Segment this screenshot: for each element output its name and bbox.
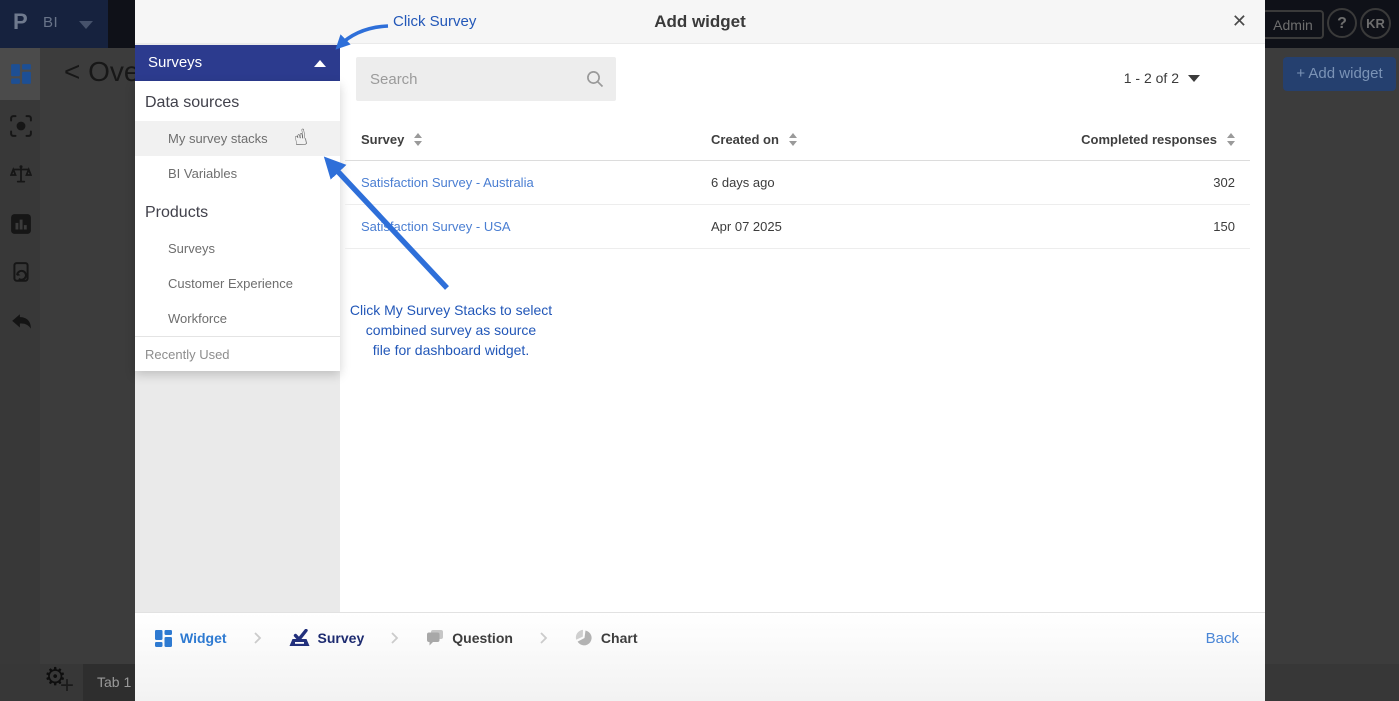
document-sync-icon[interactable] [10,262,32,284]
table-header-row: Survey Created on Completed responses [345,118,1250,161]
dropdown-item-workforce[interactable]: Workforce [135,301,340,336]
undo-icon[interactable] [10,311,32,333]
question-bubble-icon [426,630,444,646]
search-icon [586,70,604,88]
dropdown-item-customer-experience[interactable]: Customer Experience [135,266,340,301]
chevron-down-icon [79,21,93,29]
source-dropdown-header[interactable]: Surveys [135,45,340,81]
modal-title: Add widget [135,12,1265,32]
sort-icon [789,133,797,146]
created-on-value: Apr 07 2025 [711,219,1012,234]
search-input[interactable] [356,57,616,101]
add-widget-button[interactable]: + Add widget [1283,57,1396,91]
survey-link-usa[interactable]: Satisfaction Survey - USA [361,219,511,234]
created-on-value: 6 days ago [711,175,1012,190]
annotation-note: Click My Survey Stacks to select combine… [330,300,572,360]
completed-responses-value: 150 [1012,219,1235,234]
dropdown-item-my-survey-stacks[interactable]: My survey stacks [135,121,340,156]
page-title: < Ove [64,56,139,88]
workspace-label: BI [43,14,58,31]
survey-link-australia[interactable]: Satisfaction Survey - Australia [361,175,534,190]
dropdown-item-bi-variables[interactable]: BI Variables [135,156,340,191]
chevron-right-icon [254,632,262,644]
chevron-right-icon [391,632,399,644]
add-widget-modal: Add widget ✕ Surveys Data sources My sur… [135,0,1265,701]
left-icon-rail [0,48,40,701]
pie-chart-icon [575,629,593,647]
brand-logo: P [13,9,28,35]
pagination-dropdown[interactable]: 1 - 2 of 2 [1124,70,1200,86]
dashboard-grid-icon [10,63,32,85]
survey-table: Survey Created on Completed responses Sa… [345,118,1250,249]
chart-box-icon[interactable] [10,213,32,235]
sort-icon [1227,133,1235,146]
completed-responses-value: 302 [1012,175,1235,190]
column-header-survey[interactable]: Survey [361,132,711,147]
table-row: Satisfaction Survey - Australia 6 days a… [345,161,1250,205]
column-header-completed-responses[interactable]: Completed responses [1012,132,1235,147]
admin-button[interactable]: Admin [1262,10,1324,39]
section-heading-data-sources: Data sources [135,81,340,121]
pagination-label: 1 - 2 of 2 [1124,70,1179,86]
wizard-step-survey[interactable]: Survey [289,629,365,647]
chevron-right-icon [540,632,548,644]
wizard-steps: Widget Survey Question [155,629,637,647]
dropdown-item-surveys[interactable]: Surveys [135,231,340,266]
wizard-step-question[interactable]: Question [426,630,513,646]
chevron-down-icon [1188,75,1200,82]
chevron-up-icon [314,60,326,67]
sort-icon [414,133,422,146]
source-dropdown-panel: Data sources My survey stacks BI Variabl… [135,81,340,371]
modal-header: Add widget ✕ [135,0,1265,44]
close-icon[interactable]: ✕ [1232,11,1247,31]
avatar[interactable]: KR [1360,8,1391,39]
add-tab-button[interactable]: + [60,672,74,700]
wizard-footer: Widget Survey Question [135,612,1265,701]
source-dropdown-label: Surveys [148,54,202,71]
widget-grid-icon [155,630,172,647]
column-header-created-on[interactable]: Created on [711,132,1012,147]
wizard-step-widget[interactable]: Widget [155,630,227,647]
help-button[interactable]: ? [1327,8,1357,38]
rail-item-dashboards[interactable] [0,48,40,100]
section-heading-products: Products [135,191,340,231]
balance-scale-icon[interactable] [10,164,32,186]
annotation-click-survey: Click Survey [393,13,476,30]
scan-icon[interactable] [10,115,32,137]
search-box [356,57,616,101]
tab-1[interactable]: Tab 1 [83,664,135,701]
workspace-switcher[interactable]: P BI [0,0,108,48]
wizard-step-chart[interactable]: Chart [575,629,638,647]
ballot-check-icon [289,629,310,647]
table-row: Satisfaction Survey - USA Apr 07 2025 15… [345,205,1250,249]
back-button[interactable]: Back [1206,630,1239,647]
dropdown-item-recently-used[interactable]: Recently Used [135,336,340,371]
